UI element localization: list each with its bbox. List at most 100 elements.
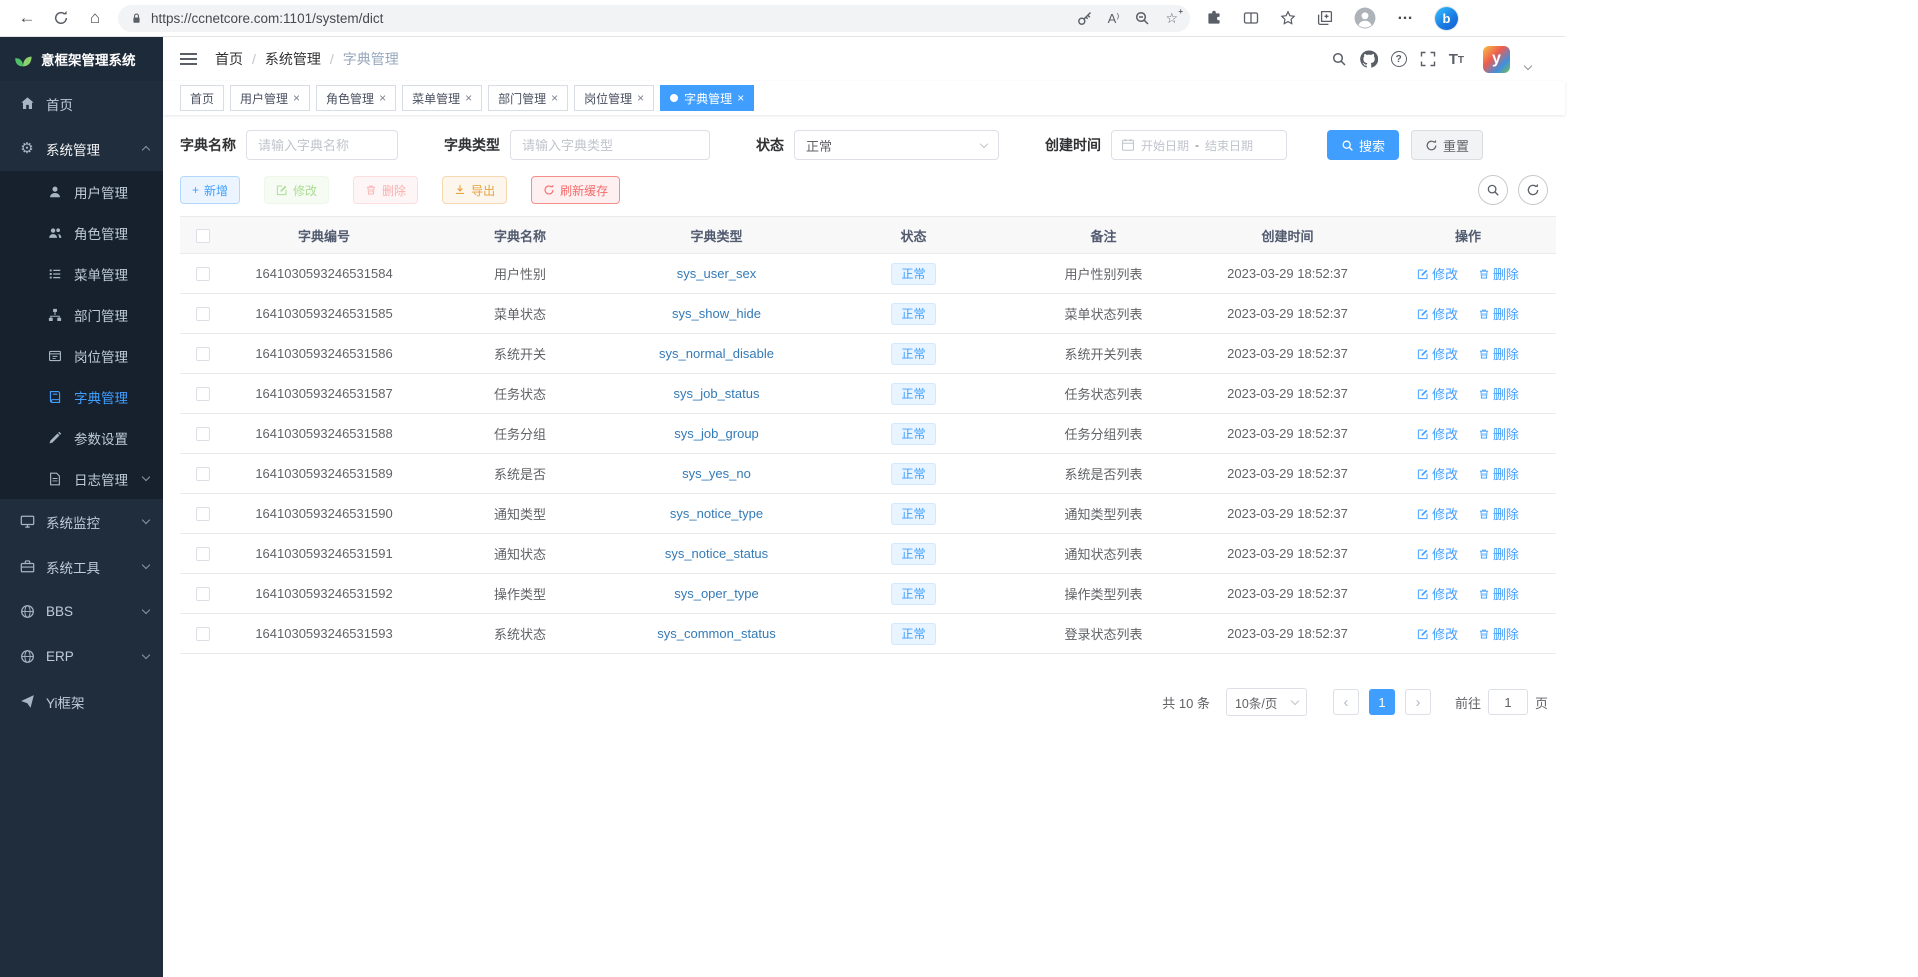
tab-home[interactable]: 首页	[180, 85, 224, 111]
sidebar-item-log-mgmt[interactable]: 日志管理	[0, 458, 163, 499]
dict-type-input[interactable]	[510, 130, 710, 160]
fullscreen-icon[interactable]	[1420, 51, 1436, 67]
close-icon[interactable]: ×	[465, 92, 472, 104]
reload-button[interactable]	[44, 4, 78, 32]
search-icon[interactable]	[1331, 51, 1347, 67]
row-checkbox[interactable]	[196, 427, 210, 441]
refresh-table-button[interactable]	[1518, 175, 1548, 205]
row-checkbox[interactable]	[196, 627, 210, 641]
date-range-picker[interactable]: 开始日期 - 结束日期	[1111, 130, 1287, 160]
page-size-select[interactable]: 10条/页	[1226, 688, 1307, 716]
select-all-checkbox[interactable]	[196, 229, 210, 243]
row-edit-link[interactable]: 修改	[1417, 264, 1458, 283]
row-delete-link[interactable]: 删除	[1478, 264, 1519, 283]
lock-icon[interactable]	[130, 12, 143, 25]
sidebar-item-role-mgmt[interactable]: 角色管理	[0, 212, 163, 253]
browser-home-button[interactable]: ⌂	[78, 4, 112, 32]
sidebar-item-post-mgmt[interactable]: 岗位管理	[0, 335, 163, 376]
hamburger-icon[interactable]	[180, 58, 197, 60]
row-checkbox[interactable]	[196, 307, 210, 321]
row-checkbox[interactable]	[196, 587, 210, 601]
extensions-icon[interactable]	[1206, 10, 1222, 26]
prev-page-button[interactable]: ‹	[1333, 689, 1359, 715]
row-edit-link[interactable]: 修改	[1417, 424, 1458, 443]
font-size-icon[interactable]: TT	[1449, 52, 1464, 67]
sidebar-item-param-settings[interactable]: 参数设置	[0, 417, 163, 458]
row-checkbox[interactable]	[196, 507, 210, 521]
row-edit-link[interactable]: 修改	[1417, 384, 1458, 403]
sidebar-item-yi-framework[interactable]: Yi框架	[0, 679, 163, 724]
row-delete-link[interactable]: 删除	[1478, 384, 1519, 403]
favorites-icon[interactable]	[1280, 10, 1296, 26]
sidebar-item-menu-mgmt[interactable]: 菜单管理	[0, 253, 163, 294]
address-bar[interactable]: https://ccnetcore.com:1101/system/dict A…	[118, 5, 1190, 32]
chevron-down-icon[interactable]	[1524, 61, 1532, 69]
sidebar-item-dept-mgmt[interactable]: 部门管理	[0, 294, 163, 335]
collections-icon[interactable]	[1317, 10, 1333, 26]
tab-dict-mgmt[interactable]: 字典管理×	[660, 85, 754, 111]
search-button[interactable]: 搜索	[1327, 130, 1399, 160]
sidebar-item-home[interactable]: 首页	[0, 81, 163, 126]
row-checkbox[interactable]	[196, 347, 210, 361]
show-search-toggle-button[interactable]	[1478, 175, 1508, 205]
tab-role-mgmt[interactable]: 角色管理×	[316, 85, 396, 111]
row-edit-link[interactable]: 修改	[1417, 304, 1458, 323]
status-select[interactable]: 正常	[794, 130, 999, 160]
sidebar-item-erp[interactable]: ERP	[0, 634, 163, 679]
goto-page-input[interactable]	[1488, 689, 1528, 715]
sidebar-item-user-mgmt[interactable]: 用户管理	[0, 171, 163, 212]
current-page-button[interactable]: 1	[1369, 689, 1395, 715]
date-start-placeholder[interactable]: 开始日期	[1141, 137, 1189, 154]
sidebar-item-system-mgmt[interactable]: ⚙ 系统管理	[0, 126, 163, 171]
row-delete-link[interactable]: 删除	[1478, 584, 1519, 603]
sidebar-item-bbs[interactable]: BBS	[0, 589, 163, 634]
dict-type-link[interactable]: sys_user_sex	[677, 266, 756, 281]
tab-dept-mgmt[interactable]: 部门管理×	[488, 85, 568, 111]
dict-type-link[interactable]: sys_job_group	[674, 426, 759, 441]
breadcrumb-home[interactable]: 首页	[215, 49, 243, 69]
close-icon[interactable]: ×	[737, 92, 744, 104]
split-screen-icon[interactable]	[1243, 10, 1259, 26]
github-icon[interactable]	[1360, 50, 1378, 68]
sidebar-item-system-tools[interactable]: 系统工具	[0, 544, 163, 589]
browser-menu-icon[interactable]: …	[1397, 15, 1414, 22]
dict-type-link[interactable]: sys_yes_no	[682, 466, 751, 481]
row-delete-link[interactable]: 删除	[1478, 344, 1519, 363]
read-aloud-icon[interactable]: A⁾	[1108, 12, 1120, 25]
dict-type-link[interactable]: sys_notice_type	[670, 506, 763, 521]
url-text[interactable]: https://ccnetcore.com:1101/system/dict	[151, 11, 1069, 26]
row-delete-link[interactable]: 删除	[1478, 504, 1519, 523]
row-delete-link[interactable]: 删除	[1478, 544, 1519, 563]
refresh-cache-button[interactable]: 刷新缓存	[531, 176, 620, 204]
row-delete-link[interactable]: 删除	[1478, 424, 1519, 443]
tab-user-mgmt[interactable]: 用户管理×	[230, 85, 310, 111]
breadcrumb-system[interactable]: 系统管理	[265, 49, 321, 69]
dict-type-link[interactable]: sys_show_hide	[672, 306, 761, 321]
date-end-placeholder[interactable]: 结束日期	[1205, 137, 1253, 154]
row-edit-link[interactable]: 修改	[1417, 344, 1458, 363]
row-checkbox[interactable]	[196, 387, 210, 401]
dict-type-link[interactable]: sys_job_status	[674, 386, 760, 401]
close-icon[interactable]: ×	[293, 92, 300, 104]
row-checkbox[interactable]	[196, 467, 210, 481]
row-delete-link[interactable]: 删除	[1478, 464, 1519, 483]
close-icon[interactable]: ×	[551, 92, 558, 104]
row-edit-link[interactable]: 修改	[1417, 584, 1458, 603]
app-logo-link[interactable]: 意框架管理系统	[0, 37, 163, 81]
zoom-out-icon[interactable]	[1134, 10, 1150, 26]
add-button[interactable]: + 新增	[180, 176, 240, 204]
sidebar-item-system-monitor[interactable]: 系统监控	[0, 499, 163, 544]
sidebar-item-dict-mgmt[interactable]: 字典管理	[0, 376, 163, 417]
delete-button[interactable]: 删除	[353, 176, 418, 204]
profile-avatar[interactable]	[1354, 7, 1376, 29]
help-icon[interactable]: ?	[1391, 51, 1407, 67]
dict-type-link[interactable]: sys_notice_status	[665, 546, 768, 561]
edit-button[interactable]: 修改	[264, 176, 329, 204]
row-edit-link[interactable]: 修改	[1417, 464, 1458, 483]
add-favorite-icon[interactable]: ☆+	[1165, 11, 1178, 25]
back-button[interactable]: ←	[10, 4, 44, 32]
row-delete-link[interactable]: 删除	[1478, 304, 1519, 323]
dict-type-link[interactable]: sys_normal_disable	[659, 346, 774, 361]
dict-type-link[interactable]: sys_common_status	[657, 626, 776, 641]
next-page-button[interactable]: ›	[1405, 689, 1431, 715]
